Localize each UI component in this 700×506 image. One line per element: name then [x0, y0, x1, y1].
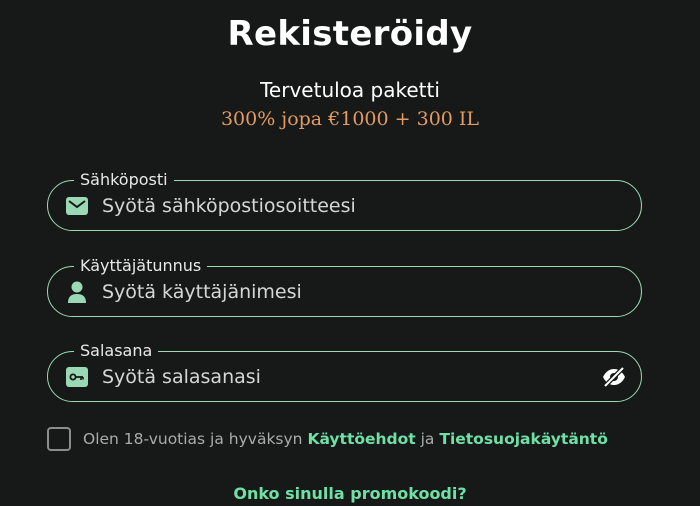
- eye-slash-icon[interactable]: [601, 365, 627, 389]
- email-input[interactable]: Syötä sähköpostiosoitteesi: [102, 181, 582, 230]
- consent-prefix: Olen 18-vuotias ja hyväksyn: [83, 430, 308, 448]
- terms-link[interactable]: Käyttöehdot: [307, 430, 415, 448]
- consent-conjunction: ja: [415, 430, 440, 448]
- consent-text: Olen 18-vuotias ja hyväksyn Käyttöehdot …: [83, 430, 608, 448]
- username-input[interactable]: Syötä käyttäjänimesi: [102, 267, 582, 316]
- username-field[interactable]: Käyttäjätunnus Syötä käyttäjänimesi: [47, 256, 642, 317]
- password-field[interactable]: Salasana Syötä salasanasi: [47, 341, 642, 402]
- privacy-link[interactable]: Tietosuojakäytäntö: [439, 430, 608, 448]
- consent-checkbox[interactable]: [47, 427, 71, 451]
- key-icon: [66, 366, 88, 388]
- email-field[interactable]: Sähköposti Syötä sähköpostiosoitteesi: [47, 170, 642, 231]
- page-title: Rekisteröidy: [227, 14, 473, 54]
- user-icon: [66, 281, 88, 303]
- mail-icon: [66, 195, 88, 217]
- password-input[interactable]: Syötä salasanasi: [102, 352, 582, 401]
- promo-code-link[interactable]: Onko sinulla promokoodi?: [0, 484, 700, 503]
- bonus-offer-text: 300% jopa €1000 + 300 IL: [220, 108, 480, 130]
- welcome-package-label: Tervetuloa paketti: [260, 78, 440, 102]
- consent-row: Olen 18-vuotias ja hyväksyn Käyttöehdot …: [47, 427, 608, 451]
